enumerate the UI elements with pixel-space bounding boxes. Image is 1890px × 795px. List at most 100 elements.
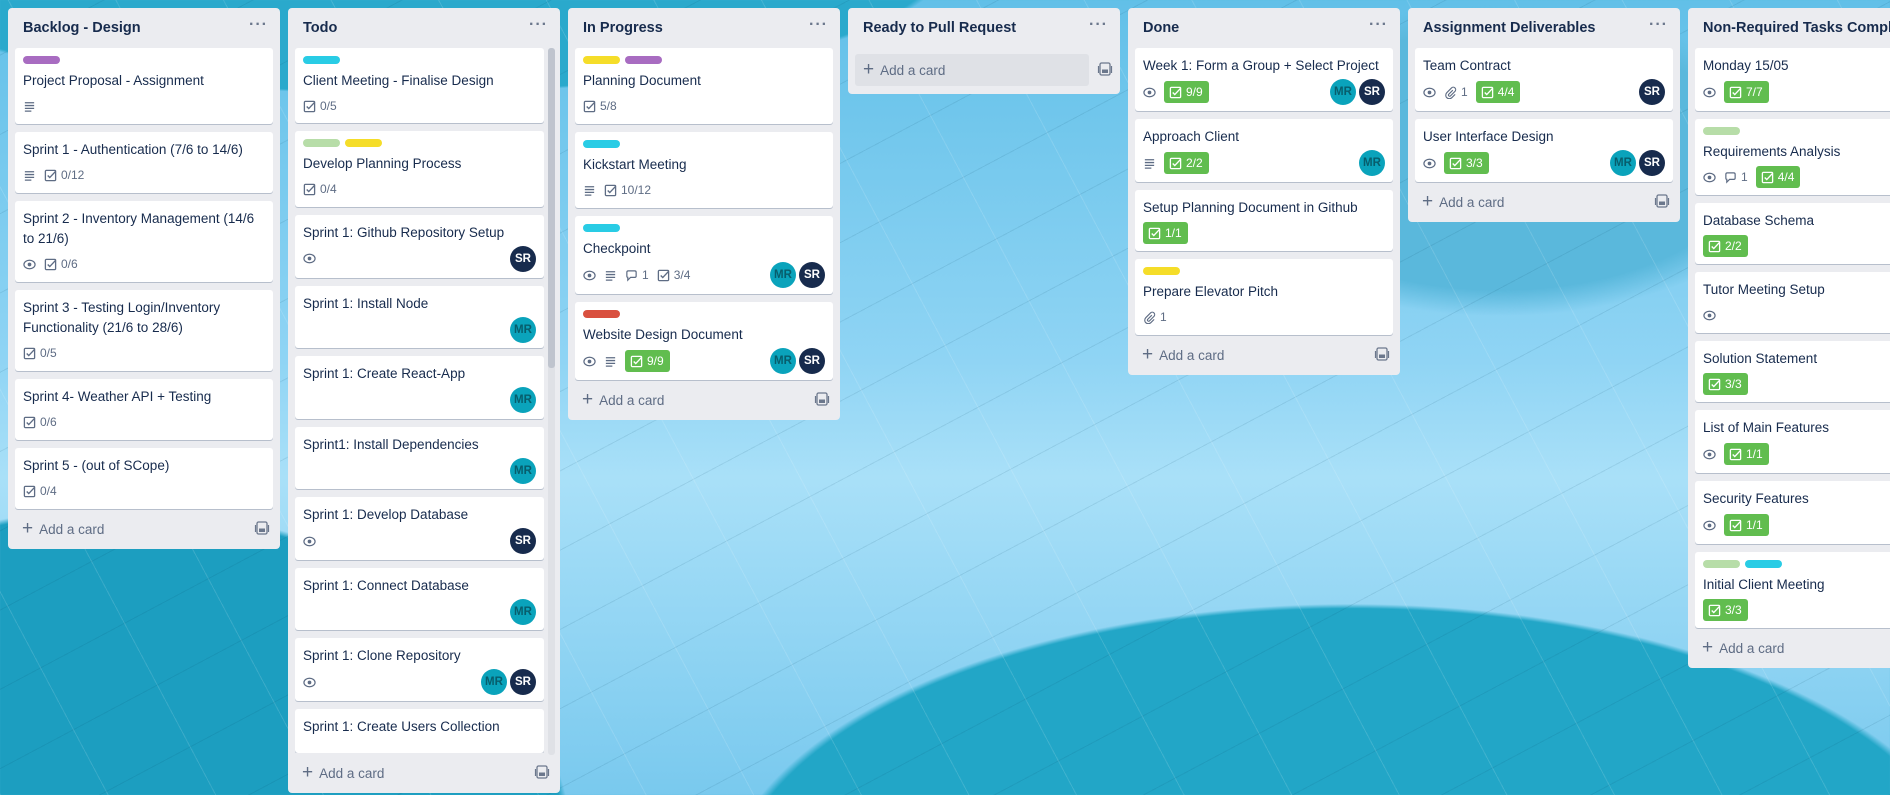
card[interactable]: Database Schema 2/2	[1695, 203, 1890, 264]
watch-icon	[583, 355, 596, 368]
add-card-button[interactable]: + Add a card	[1422, 192, 1504, 211]
list-title[interactable]: Non-Required Tasks Complete	[1703, 20, 1890, 36]
list-title[interactable]: In Progress	[583, 20, 663, 36]
avatar-mr[interactable]: MR	[510, 387, 536, 414]
card[interactable]: Sprint 1: Install Node MR	[295, 285, 544, 349]
avatar-sr[interactable]: SR	[1639, 150, 1665, 176]
label-sky[interactable]	[303, 56, 340, 64]
card[interactable]: Sprint 1 - Authentication (7/6 to 14/6) 0…	[15, 132, 273, 193]
add-card-button[interactable]: + Add a card	[855, 54, 1089, 86]
list-menu-icon[interactable]: ···	[1369, 17, 1388, 36]
card[interactable]: Sprint 1: Create Users Collection	[295, 708, 544, 753]
card[interactable]: Prepare Elevator Pitch 1	[1135, 259, 1393, 335]
card[interactable]: Tutor Meeting Setup	[1695, 272, 1890, 333]
create-from-template-icon[interactable]	[1654, 193, 1670, 212]
label-red[interactable]	[583, 310, 620, 318]
create-from-template-icon[interactable]	[254, 520, 270, 539]
card-members: MR SR	[481, 669, 536, 696]
avatar-mr[interactable]: MR	[770, 262, 796, 288]
card[interactable]: Sprint 2 - Inventory Management (14/6 to…	[15, 201, 273, 282]
label-lime[interactable]	[303, 139, 340, 148]
avatar-mr[interactable]: MR	[1610, 150, 1636, 176]
label-sky[interactable]	[1745, 560, 1782, 568]
card-badges: 1	[1143, 306, 1167, 328]
avatar-sr[interactable]: SR	[799, 262, 825, 288]
card[interactable]: Sprint1: Install Dependencies MR	[295, 426, 544, 490]
card[interactable]: Planning Document 5/8	[575, 48, 833, 124]
card[interactable]: Sprint 1: Connect Database MR	[295, 567, 544, 631]
checklist-icon	[23, 416, 36, 429]
card[interactable]: Sprint 1: Clone Repository MR SR	[295, 638, 544, 701]
scrollbar-thumb[interactable]	[548, 48, 555, 368]
card[interactable]: Solution Statement 3/3	[1695, 341, 1890, 402]
avatar-sr[interactable]: SR	[510, 669, 536, 696]
avatar-mr[interactable]: MR	[1359, 150, 1385, 176]
avatar-mr[interactable]: MR	[481, 669, 507, 696]
add-card-button[interactable]: + Add a card	[1702, 638, 1784, 657]
card[interactable]: Approach Client 2/2 MR	[1135, 119, 1393, 182]
list-title[interactable]: Done	[1143, 20, 1179, 36]
card[interactable]: Monday 15/05 7/7MR	[1695, 48, 1890, 111]
card[interactable]: Sprint 3 - Testing Login/Inventory Funct…	[15, 290, 273, 371]
label-sky[interactable]	[583, 224, 620, 232]
card[interactable]: Website Design Document 9/9 MR SR	[575, 302, 833, 380]
avatar-mr[interactable]: MR	[510, 457, 536, 484]
list-title[interactable]: Backlog - Design	[23, 20, 141, 36]
avatar-mr[interactable]: MR	[510, 598, 536, 625]
avatar-mr[interactable]: MR	[1330, 79, 1356, 105]
label-lime[interactable]	[1703, 560, 1740, 568]
label-purple[interactable]	[625, 56, 662, 64]
card[interactable]: Sprint 5 - (out of SCope) 0/4	[15, 448, 273, 509]
card[interactable]: Client Meeting - Finalise Design 0/5	[295, 48, 544, 124]
list-title[interactable]: Todo	[303, 20, 337, 36]
card[interactable]: List of Main Features 1/1MR	[1695, 410, 1890, 473]
card[interactable]: Setup Planning Document in Github 1/1	[1135, 190, 1393, 251]
label-sky[interactable]	[583, 140, 620, 148]
card[interactable]: Security Features 1/1MR	[1695, 481, 1890, 544]
card-title: Sprint 1: Github Repository Setup	[303, 224, 505, 240]
card-members: MR SR	[1610, 150, 1665, 176]
create-from-template-icon[interactable]	[1374, 346, 1390, 365]
avatar-sr[interactable]: SR	[799, 348, 825, 374]
card[interactable]: Requirements Analysis 1 4/4	[1695, 119, 1890, 195]
card[interactable]: Checkpoint 1 3/4 MR SR	[575, 216, 833, 294]
card[interactable]: Week 1: Form a Group + Select Project 9/9…	[1135, 48, 1393, 111]
avatar-sr[interactable]: SR	[510, 245, 536, 272]
card[interactable]: Project Proposal - Assignment	[15, 48, 273, 124]
avatar-sr[interactable]: SR	[510, 528, 536, 555]
add-card-button[interactable]: + Add a card	[302, 763, 384, 782]
list-menu-icon[interactable]: ···	[529, 17, 548, 36]
add-card-button[interactable]: + Add a card	[582, 390, 664, 409]
card[interactable]: Team Contract 1 4/4 SR	[1415, 48, 1673, 111]
label-purple[interactable]	[23, 56, 60, 64]
card[interactable]: Sprint 1: Create React-App MR	[295, 356, 544, 419]
add-card-button[interactable]: + Add a card	[1142, 345, 1224, 364]
create-from-template-icon[interactable]	[814, 391, 830, 410]
create-from-template-icon[interactable]	[1097, 61, 1113, 80]
list-title[interactable]: Assignment Deliverables	[1423, 20, 1595, 36]
label-yellow[interactable]	[345, 139, 382, 148]
label-yellow[interactable]	[583, 56, 620, 64]
list-menu-icon[interactable]: ···	[1649, 17, 1668, 36]
card[interactable]: Sprint 4- Weather API + Testing 0/6	[15, 379, 273, 440]
avatar-sr[interactable]: SR	[1639, 79, 1665, 105]
list-menu-icon[interactable]: ···	[809, 17, 828, 36]
watch-badge	[1703, 443, 1716, 465]
label-yellow[interactable]	[1143, 267, 1180, 275]
card[interactable]: Develop Planning Process 0/4	[295, 131, 544, 207]
list-title[interactable]: Ready to Pull Request	[863, 20, 1016, 36]
card[interactable]: Sprint 1: Github Repository Setup SR	[295, 214, 544, 278]
card[interactable]: Kickstart Meeting 10/12	[575, 132, 833, 208]
avatar-mr[interactable]: MR	[510, 316, 536, 343]
avatar-sr[interactable]: SR	[1359, 79, 1385, 105]
list-menu-icon[interactable]: ···	[249, 17, 268, 36]
avatar-mr[interactable]: MR	[770, 348, 796, 374]
card[interactable]: User Interface Design 3/3 MR SR	[1415, 119, 1673, 182]
add-card-button[interactable]: + Add a card	[22, 519, 104, 538]
label-lime[interactable]	[1703, 127, 1740, 135]
list-menu-icon[interactable]: ···	[1089, 17, 1108, 36]
create-from-template-icon[interactable]	[534, 764, 550, 783]
list-scrollbar[interactable]	[548, 48, 555, 755]
card[interactable]: Sprint 1: Develop Database SR	[295, 497, 544, 560]
card[interactable]: Initial Client Meeting 3/3	[1695, 552, 1890, 628]
